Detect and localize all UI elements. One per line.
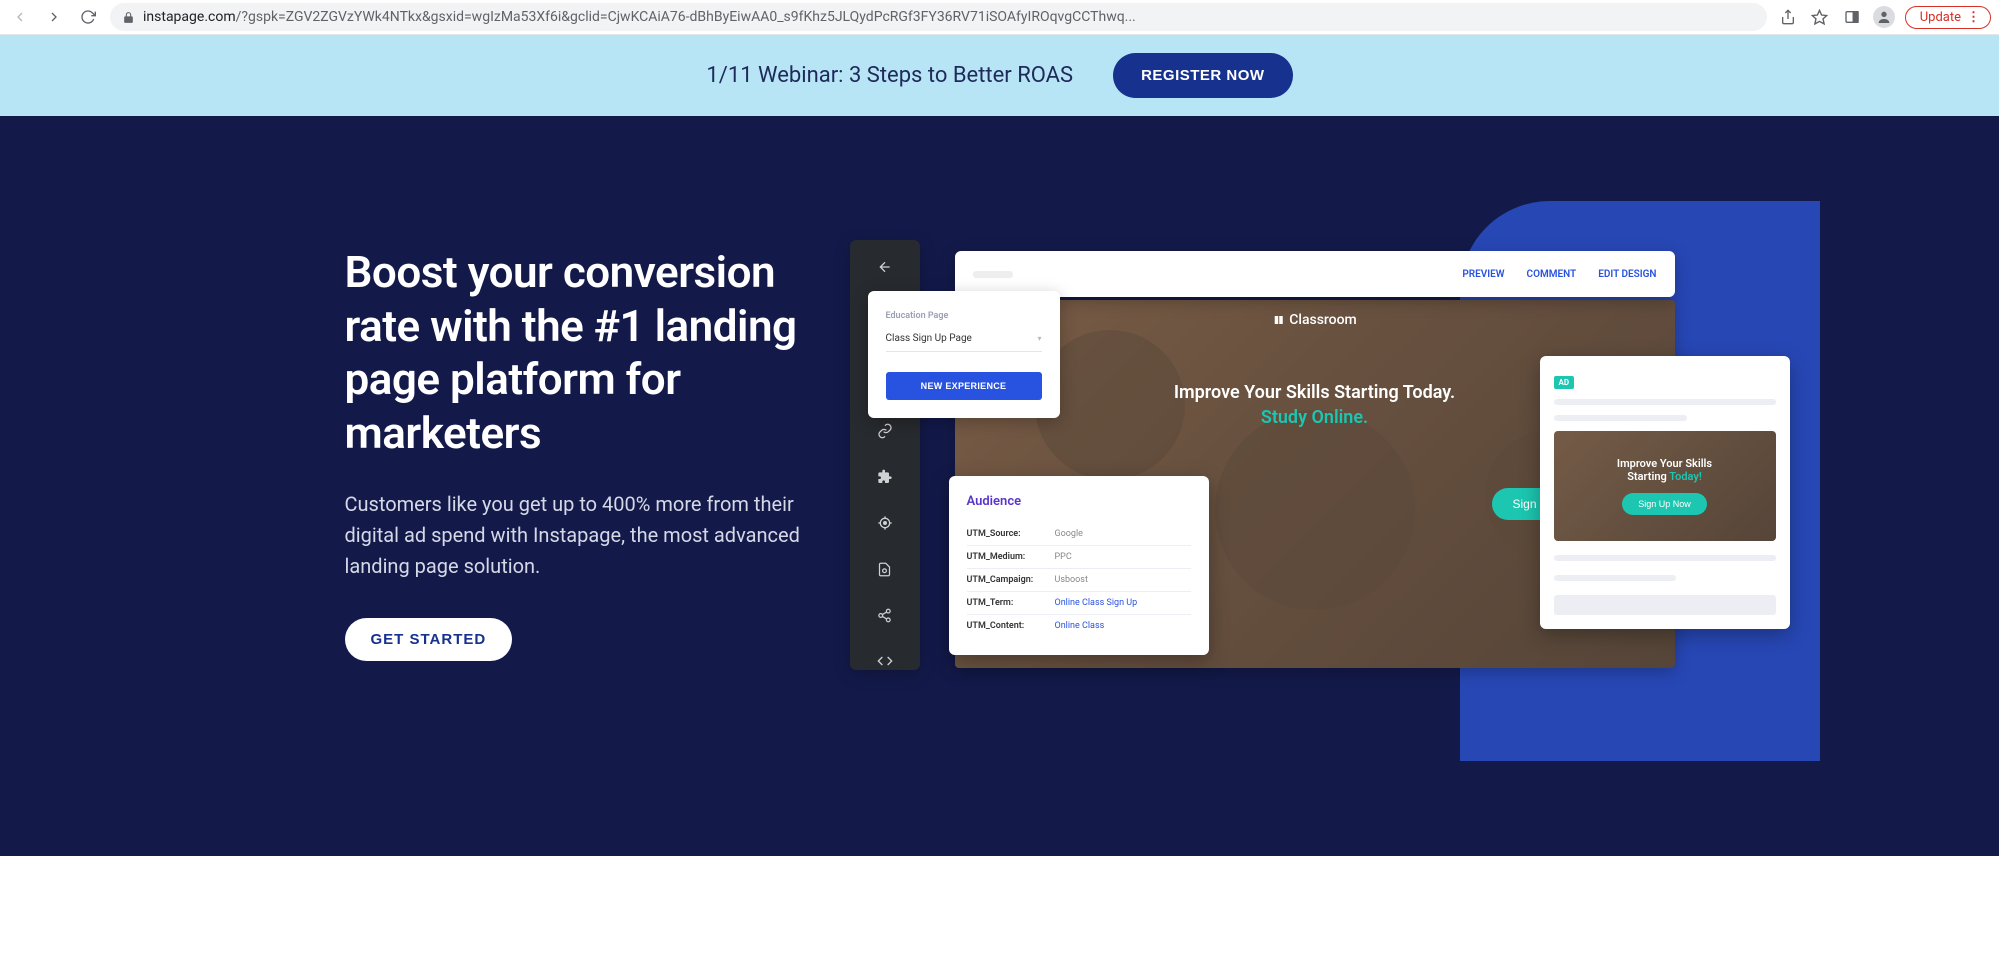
announcement-bar: 1/11 Webinar: 3 Steps to Better ROAS REG…: [0, 35, 1999, 116]
ad-image: Improve Your Skills Starting Today! Sign…: [1554, 431, 1776, 541]
placeholder-block: [1554, 595, 1776, 615]
announcement-text: 1/11 Webinar: 3 Steps to Better ROAS: [706, 63, 1073, 88]
audience-value: PPC: [1055, 552, 1072, 562]
menu-dots-icon: ⋮: [1967, 10, 1980, 25]
profile-avatar[interactable]: [1873, 6, 1895, 28]
audience-title: Audience: [967, 494, 1191, 509]
audience-row: UTM_Campaign: Usboost: [967, 569, 1191, 592]
ad-badge: AD: [1554, 376, 1575, 389]
address-bar[interactable]: instapage.com/?gspk=ZGV2ZGVzYWk4NTkx&gsx…: [110, 3, 1767, 31]
audience-key: UTM_Source:: [967, 529, 1045, 539]
mock-preview-link: PREVIEW: [1462, 269, 1504, 280]
puzzle-icon: [876, 468, 894, 486]
mock-headline-2: Study Online.: [1174, 407, 1455, 428]
audience-row: UTM_Source: Google: [967, 523, 1191, 546]
share-icon: [876, 606, 894, 624]
arrow-left-icon: [876, 258, 894, 276]
audience-key: UTM_Content:: [967, 621, 1045, 631]
audience-value: Online Class: [1055, 621, 1105, 631]
new-experience-button: NEW EXPERIENCE: [886, 372, 1042, 400]
share-icon[interactable]: [1777, 6, 1799, 28]
placeholder-line: [1554, 575, 1676, 581]
mock-brand: Classroom: [1272, 312, 1357, 328]
placeholder-line: [1554, 415, 1687, 421]
audience-key: UTM_Medium:: [967, 552, 1045, 562]
link-icon: [876, 422, 894, 440]
get-started-button[interactable]: GET STARTED: [345, 618, 513, 661]
ad-signup-button: Sign Up Now: [1622, 493, 1707, 515]
edu-label: Education Page: [886, 311, 1042, 321]
chevron-down-icon: ▾: [1037, 334, 1041, 343]
mock-headline-1: Improve Your Skills Starting Today.: [1174, 382, 1455, 403]
browser-toolbar: instapage.com/?gspk=ZGV2ZGVzYWk4NTkx&gsx…: [0, 0, 1999, 35]
mock-education-panel: Education Page Class Sign Up Page ▾ NEW …: [868, 291, 1060, 418]
placeholder-line: [1554, 555, 1776, 561]
lock-icon: [122, 11, 135, 24]
placeholder-line: [1554, 399, 1776, 405]
audience-value: Online Class Sign Up: [1055, 598, 1138, 608]
side-panel-icon[interactable]: [1841, 6, 1863, 28]
ad-headline-1: Improve Your Skills: [1617, 457, 1712, 470]
audience-row: UTM_Term: Online Class Sign Up: [967, 592, 1191, 615]
mock-ad-card: AD Improve Your Skills Starting Today! S…: [1540, 356, 1790, 629]
nav-reload-button[interactable]: [76, 5, 100, 29]
ad-headline-2: Starting Today!: [1627, 470, 1702, 483]
placeholder-line: [973, 271, 1013, 278]
url-text: instapage.com/?gspk=ZGV2ZGVzYWk4NTkx&gsx…: [143, 9, 1755, 25]
nav-back-button[interactable]: [8, 5, 32, 29]
mock-edit-link: EDIT DESIGN: [1598, 269, 1656, 280]
hero-subtitle: Customers like you get up to 400% more f…: [345, 489, 810, 582]
register-now-button[interactable]: REGISTER NOW: [1113, 53, 1293, 98]
file-search-icon: [876, 560, 894, 578]
audience-key: UTM_Campaign:: [967, 575, 1045, 585]
audience-value: Usboost: [1055, 575, 1088, 585]
target-icon: [876, 514, 894, 532]
bookmark-star-icon[interactable]: [1809, 6, 1831, 28]
nav-forward-button[interactable]: [42, 5, 66, 29]
update-label: Update: [1920, 10, 1961, 25]
mock-comment-link: COMMENT: [1527, 269, 1577, 280]
edu-select: Class Sign Up Page ▾: [886, 333, 1042, 352]
book-icon: [1272, 314, 1284, 326]
audience-value: Google: [1055, 529, 1083, 539]
hero-illustration: Classroom Improve Your Skills Starting T…: [850, 176, 1780, 796]
update-button[interactable]: Update ⋮: [1905, 6, 1991, 29]
mock-topbar: PREVIEW COMMENT EDIT DESIGN: [955, 251, 1675, 297]
hero-title: Boost your conversion rate with the #1 l…: [345, 246, 810, 461]
hero-section: Boost your conversion rate with the #1 l…: [0, 116, 1999, 856]
code-icon: [876, 652, 894, 670]
mock-audience-panel: Audience UTM_Source: Google UTM_Medium: PPC…: [949, 476, 1209, 655]
audience-row: UTM_Medium: PPC: [967, 546, 1191, 569]
audience-key: UTM_Term:: [967, 598, 1045, 608]
audience-row: UTM_Content: Online Class: [967, 615, 1191, 637]
